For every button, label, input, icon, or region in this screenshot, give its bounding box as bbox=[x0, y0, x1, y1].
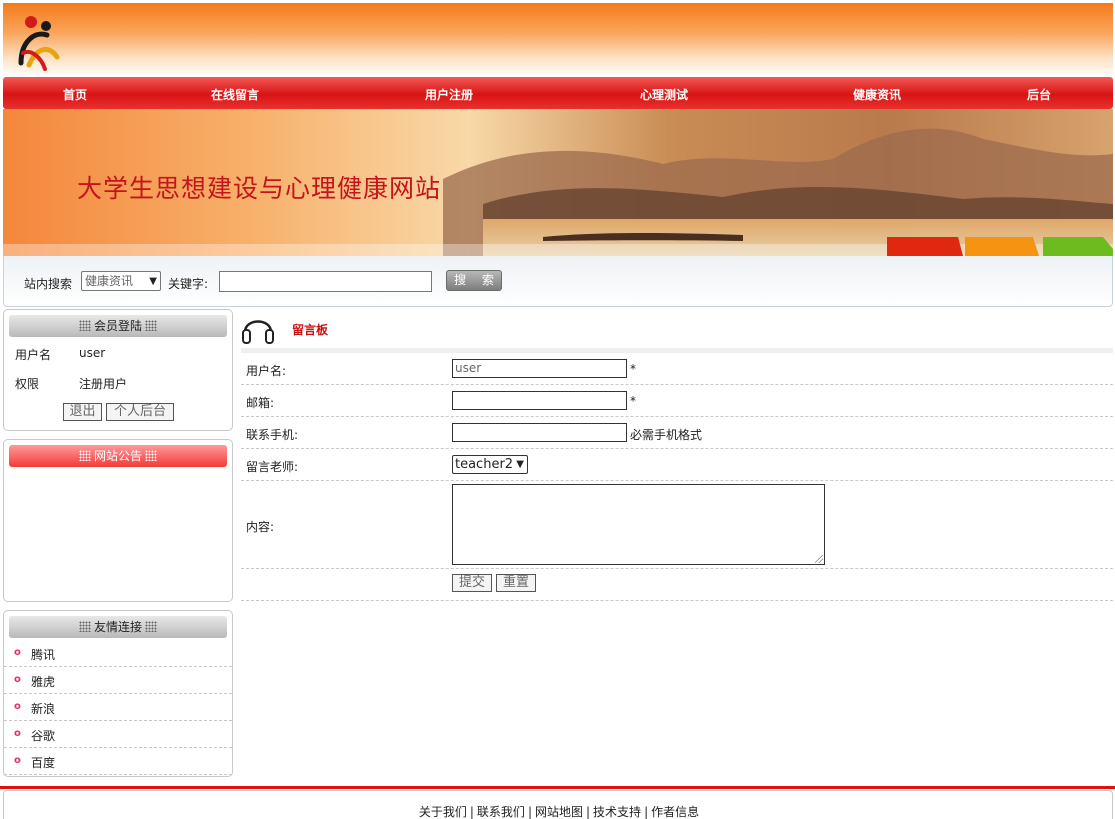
form-row-content: 内容: bbox=[241, 481, 1113, 569]
chevron-down-icon: ▼ bbox=[149, 276, 157, 287]
footer-links: 关于我们 | 联系我们 | 网站地图 | 技术支持 | 作者信息 bbox=[4, 803, 1114, 819]
links-panel-title: 友情连接 bbox=[93, 620, 142, 634]
list-item[interactable]: o 百度 bbox=[4, 748, 232, 775]
list-item[interactable]: o 腾讯 bbox=[4, 640, 232, 667]
links-panel-header: 友情连接 bbox=[9, 616, 227, 638]
friend-links-list: o 腾讯 o 雅虎 o 新浪 o 谷歌 o 百度 bbox=[4, 640, 232, 775]
footer-link-contact[interactable]: 联系我们 bbox=[477, 805, 525, 819]
search-category-value: 健康资讯 bbox=[85, 274, 134, 288]
banner-title: 大学生思想建设与心理健康网站 bbox=[77, 174, 442, 203]
personal-admin-button[interactable]: 个人后台 bbox=[106, 403, 174, 421]
form-phone-input[interactable] bbox=[452, 423, 627, 442]
list-item[interactable]: o 谷歌 bbox=[4, 721, 232, 748]
teacher-select-value: teacher2 bbox=[455, 457, 514, 472]
form-username-input[interactable]: user bbox=[452, 359, 627, 378]
resize-grip-icon[interactable] bbox=[815, 555, 823, 563]
keyword-input[interactable] bbox=[219, 271, 432, 292]
footer-link-sitemap[interactable]: 网站地图 bbox=[535, 805, 583, 819]
form-row-username: 用户名: user * bbox=[241, 353, 1113, 385]
bullet-icon: o bbox=[14, 728, 21, 739]
footer-separator: | bbox=[586, 805, 591, 819]
list-item[interactable]: o 雅虎 bbox=[4, 667, 232, 694]
grid-dots-icon bbox=[145, 320, 157, 331]
site-footer: 关于我们 | 联系我们 | 网站地图 | 技术支持 | 作者信息 bbox=[3, 790, 1113, 819]
grid-dots-icon bbox=[145, 450, 157, 461]
notice-panel-title: 网站公告 bbox=[93, 449, 142, 463]
grid-dots-icon bbox=[78, 320, 91, 331]
footer-link-support[interactable]: 技术支持 bbox=[593, 805, 641, 819]
phone-format-note: 必需手机格式 bbox=[630, 428, 703, 442]
footer-link-author[interactable]: 作者信息 bbox=[651, 805, 699, 819]
link-text[interactable]: 腾讯 bbox=[31, 646, 55, 663]
nav-psych-test[interactable]: 心理测试 bbox=[640, 86, 688, 103]
link-text[interactable]: 谷歌 bbox=[31, 727, 55, 744]
nav-health-news[interactable]: 健康资讯 bbox=[853, 86, 901, 103]
form-email-label: 邮箱: bbox=[246, 396, 275, 410]
friend-links-panel: 友情连接 o 腾讯 o 雅虎 o 新浪 o 谷歌 o 百度 bbox=[3, 610, 233, 777]
grid-dots-icon bbox=[78, 621, 91, 632]
bullet-icon: o bbox=[14, 647, 21, 658]
headphones-icon bbox=[242, 320, 274, 344]
reset-button[interactable]: 重置 bbox=[496, 574, 536, 592]
chevron-down-icon: ▼ bbox=[516, 459, 524, 470]
search-label: 站内搜索 bbox=[24, 277, 73, 291]
site-header bbox=[3, 3, 1113, 77]
board-title: 留言板 bbox=[292, 323, 329, 337]
required-mark: * bbox=[630, 362, 636, 376]
form-teacher-select[interactable]: teacher2 ▼ bbox=[452, 455, 528, 474]
banner: 大学生思想建设与心理健康网站 bbox=[3, 109, 1113, 256]
page: 首页 在线留言 用户注册 心理测试 健康资讯 后台 大学生思想建设与心理健康网站 bbox=[0, 0, 1115, 819]
link-text[interactable]: 雅虎 bbox=[31, 673, 55, 690]
search-category-select[interactable]: 健康资讯 ▼ bbox=[81, 271, 161, 291]
link-text[interactable]: 新浪 bbox=[31, 700, 55, 717]
footer-divider bbox=[0, 786, 1115, 789]
member-login-panel: 会员登陆 用户名 user 权限 注册用户 退出 个人后台 bbox=[3, 309, 233, 431]
footer-separator: | bbox=[644, 805, 649, 819]
footer-separator: | bbox=[469, 805, 474, 819]
form-content-textarea[interactable] bbox=[452, 484, 825, 565]
site-search-bar: 站内搜索 健康资讯 ▼ 关键字: 搜 索 bbox=[3, 256, 1113, 307]
form-row-actions: 提交 重置 bbox=[241, 569, 1113, 601]
grid-dots-icon bbox=[145, 621, 157, 632]
notice-panel: 网站公告 bbox=[3, 439, 233, 602]
site-logo-icon[interactable] bbox=[15, 13, 61, 71]
username-label: 用户名 bbox=[15, 348, 52, 362]
search-button[interactable]: 搜 索 bbox=[446, 270, 502, 291]
keyword-label: 关键字: bbox=[168, 277, 209, 291]
bullet-icon: o bbox=[14, 701, 21, 712]
form-row-teacher: 留言老师: teacher2 ▼ bbox=[241, 449, 1113, 481]
required-mark: * bbox=[630, 394, 636, 408]
main-nav: 首页 在线留言 用户注册 心理测试 健康资讯 后台 bbox=[3, 77, 1113, 109]
nav-message[interactable]: 在线留言 bbox=[211, 86, 259, 103]
link-text[interactable]: 百度 bbox=[31, 754, 55, 771]
form-username-label: 用户名: bbox=[246, 364, 287, 378]
bullet-icon: o bbox=[14, 674, 21, 685]
logout-button[interactable]: 退出 bbox=[63, 403, 102, 421]
role-label: 权限 bbox=[15, 377, 40, 391]
form-email-input[interactable] bbox=[452, 391, 627, 410]
footer-link-about[interactable]: 关于我们 bbox=[419, 805, 467, 819]
login-panel-header: 会员登陆 bbox=[9, 315, 227, 337]
form-row-phone: 联系手机: 必需手机格式 bbox=[241, 417, 1113, 449]
nav-home[interactable]: 首页 bbox=[63, 86, 87, 103]
form-content-label: 内容: bbox=[246, 520, 275, 534]
form-phone-label: 联系手机: bbox=[246, 428, 299, 442]
footer-separator: | bbox=[527, 805, 532, 819]
role-value: 注册用户 bbox=[79, 377, 128, 391]
nav-admin[interactable]: 后台 bbox=[1027, 86, 1051, 103]
login-panel-title: 会员登陆 bbox=[93, 319, 142, 333]
notice-panel-header: 网站公告 bbox=[9, 445, 227, 467]
submit-button[interactable]: 提交 bbox=[452, 574, 492, 592]
list-item[interactable]: o 新浪 bbox=[4, 694, 232, 721]
form-row-email: 邮箱: * bbox=[241, 385, 1113, 417]
bullet-icon: o bbox=[14, 755, 21, 766]
nav-register[interactable]: 用户注册 bbox=[425, 86, 473, 103]
form-teacher-label: 留言老师: bbox=[246, 460, 299, 474]
username-value: user bbox=[79, 346, 106, 360]
grid-dots-icon bbox=[78, 450, 91, 461]
